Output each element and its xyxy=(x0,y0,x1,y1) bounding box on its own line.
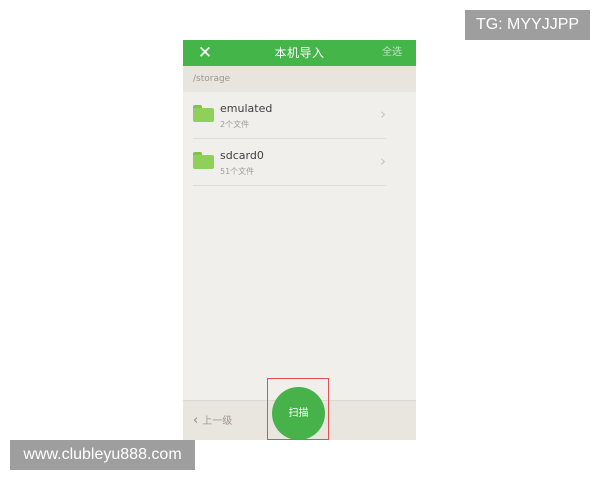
folder-list: emulated 2个文件 › sdcard0 51个文件 › xyxy=(183,92,416,186)
folder-name: emulated xyxy=(220,102,273,115)
select-all-button[interactable]: 全选 xyxy=(382,40,402,66)
watermark-bottom: www.clubleyu888.com xyxy=(10,440,195,470)
breadcrumb: /storage xyxy=(183,66,416,92)
folder-icon xyxy=(193,152,214,169)
close-icon[interactable]: ✕ xyxy=(197,43,213,63)
folder-name: sdcard0 xyxy=(220,149,264,162)
parent-directory-label: 上一级 xyxy=(202,416,233,427)
list-item[interactable]: sdcard0 51个文件 › xyxy=(193,139,386,186)
folder-icon xyxy=(193,105,214,122)
scan-button[interactable]: 扫描 xyxy=(272,387,325,440)
page-title: 本机导入 xyxy=(274,46,325,60)
parent-directory-button[interactable]: ‹ 上一级 xyxy=(193,401,232,440)
top-bar: ✕ 本机导入 全选 xyxy=(183,40,416,66)
file-count: 51个文件 xyxy=(220,167,255,176)
chevron-right-icon: › xyxy=(380,105,386,123)
watermark-top: TG: MYYJJPP xyxy=(465,10,590,40)
chevron-left-icon: ‹ xyxy=(193,413,199,428)
file-count: 2个文件 xyxy=(220,120,250,129)
chevron-right-icon: › xyxy=(380,152,386,170)
list-item[interactable]: emulated 2个文件 › xyxy=(193,92,386,139)
